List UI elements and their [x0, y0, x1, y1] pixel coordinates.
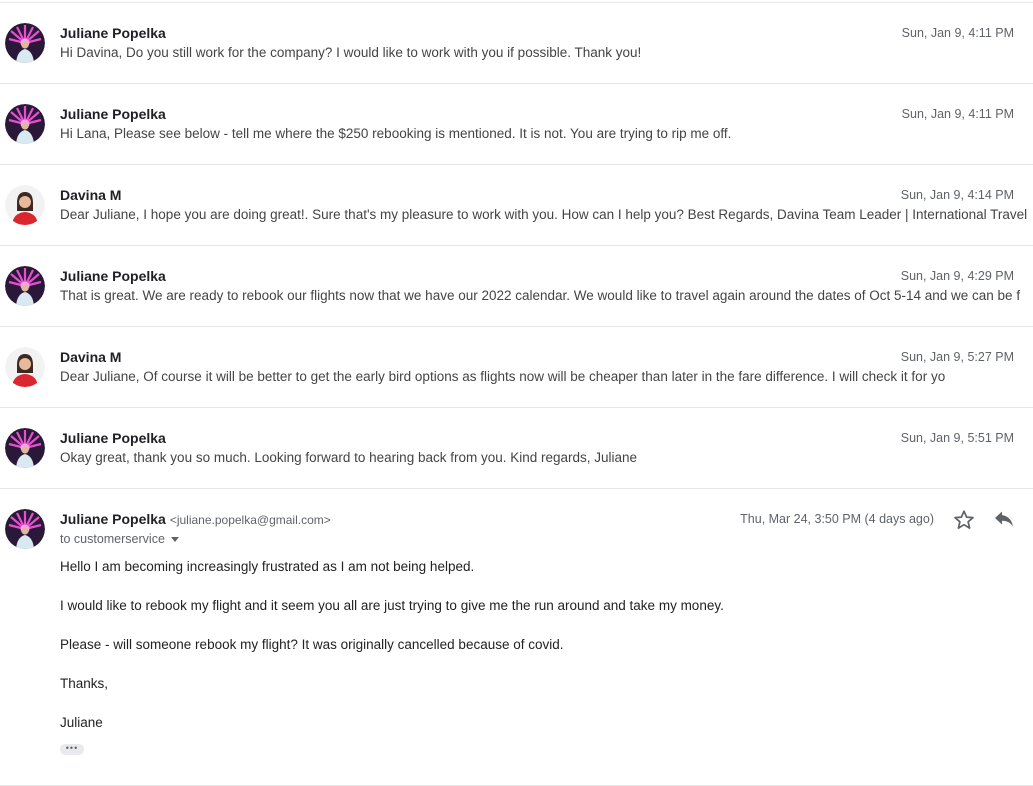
- message-snippet: Okay great, thank you so much. Looking f…: [60, 450, 638, 465]
- body-paragraph: Thanks,: [60, 676, 109, 691]
- juliane-avatar[interactable]: [5, 23, 45, 63]
- collapsed-message[interactable]: Davina M Sun, Jan 9, 5:27 PM Dear Julian…: [0, 327, 1033, 408]
- sender-name: Juliane Popelka: [60, 268, 166, 284]
- collapsed-message[interactable]: Davina M Sun, Jan 9, 4:14 PM Dear Julian…: [0, 165, 1033, 246]
- star-icon: [954, 510, 974, 529]
- juliane-avatar[interactable]: [5, 266, 45, 306]
- message-snippet: Hi Davina, Do you still work for the com…: [60, 45, 642, 60]
- message-snippet: Dear Juliane, Of course it will be bette…: [60, 369, 946, 384]
- collapsed-message[interactable]: Juliane Popelka Sun, Jan 9, 4:11 PM Hi D…: [0, 3, 1033, 84]
- body-paragraph: I would like to rebook my flight and it …: [60, 598, 724, 613]
- show-trimmed-content-button[interactable]: •••: [60, 744, 84, 755]
- chevron-down-icon[interactable]: [170, 537, 179, 543]
- message-date: Sun, Jan 9, 5:27 PM: [900, 350, 1014, 364]
- body-signature: Juliane: [60, 715, 103, 730]
- star-button[interactable]: [952, 508, 976, 532]
- collapsed-message[interactable]: Juliane Popelka Sun, Jan 9, 5:51 PM Okay…: [0, 408, 1033, 489]
- body-paragraph: Please - will someone rebook my flight? …: [60, 637, 564, 652]
- juliane-avatar[interactable]: [5, 428, 45, 468]
- sender-line: Juliane Popelka <juliane.popelka@gmail.co…: [60, 511, 331, 527]
- message-date: Thu, Mar 24, 3:50 PM (4 days ago): [740, 512, 934, 526]
- sender-name: Juliane Popelka: [60, 25, 166, 41]
- message-date: Sun, Jan 9, 4:14 PM: [900, 188, 1014, 202]
- message-date: Sun, Jan 9, 4:11 PM: [901, 107, 1014, 121]
- expanded-message: Juliane Popelka <juliane.popelka@gmail.co…: [0, 489, 1033, 786]
- sender-name: Davina M: [60, 187, 122, 203]
- message-date: Sun, Jan 9, 5:51 PM: [900, 431, 1014, 445]
- juliane-avatar[interactable]: [5, 104, 45, 144]
- recipient-details-toggle[interactable]: to customerservice: [60, 532, 179, 546]
- sender-name: Juliane Popelka: [60, 430, 166, 446]
- message-date: Sun, Jan 9, 4:11 PM: [901, 26, 1014, 40]
- message-snippet: Hi Lana, Please see below - tell me wher…: [60, 126, 732, 141]
- sender-email: <juliane.popelka@gmail.com>: [169, 513, 331, 527]
- sender-name: Juliane Popelka: [60, 106, 166, 122]
- body-paragraph: Hello I am becoming increasingly frustra…: [60, 559, 475, 574]
- juliane-avatar[interactable]: [5, 509, 45, 549]
- reply-button[interactable]: [992, 508, 1016, 532]
- sender-name: Davina M: [60, 349, 122, 365]
- davina-avatar[interactable]: [5, 347, 45, 387]
- collapsed-message[interactable]: Juliane Popelka Sun, Jan 9, 4:11 PM Hi L…: [0, 84, 1033, 165]
- message-snippet: That is great. We are ready to rebook ou…: [60, 288, 1021, 303]
- reply-icon: [995, 511, 1013, 527]
- davina-avatar[interactable]: [5, 185, 45, 225]
- sender-name[interactable]: Juliane Popelka: [60, 511, 166, 527]
- message-date: Sun, Jan 9, 4:29 PM: [900, 269, 1014, 283]
- collapsed-message[interactable]: Juliane Popelka Sun, Jan 9, 4:29 PM That…: [0, 246, 1033, 327]
- recipient-label: to customerservice: [60, 532, 165, 546]
- message-snippet: Dear Juliane, I hope you are doing great…: [60, 207, 1028, 222]
- email-thread: Juliane Popelka Sun, Jan 9, 4:11 PM Hi D…: [0, 0, 1033, 786]
